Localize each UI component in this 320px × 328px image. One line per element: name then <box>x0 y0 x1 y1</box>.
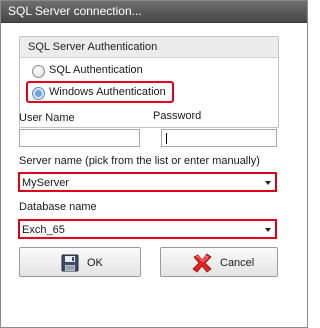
sql-authentication-option[interactable]: SQL Authentication <box>32 63 182 81</box>
authentication-group-title: SQL Server Authentication <box>28 41 158 53</box>
text-caret <box>166 133 167 144</box>
windows-authentication-option[interactable]: Windows Authentication <box>32 85 172 103</box>
red-x-icon <box>192 253 212 273</box>
password-label: Password <box>153 110 202 122</box>
ok-button-label: OK <box>87 257 103 269</box>
title-bar[interactable]: SQL Server connection... <box>1 1 307 23</box>
database-name-label: Database name <box>19 201 97 213</box>
chevron-down-icon[interactable] <box>265 228 271 232</box>
server-name-label: Server name (pick from the list or enter… <box>19 155 260 167</box>
windows-authentication-label: Windows Authentication <box>49 86 166 98</box>
server-name-value: MyServer <box>22 177 70 189</box>
sql-server-connection-dialog: SQL Server connection... SQL Server Auth… <box>0 0 308 328</box>
ok-button[interactable]: OK <box>19 247 141 277</box>
cancel-button[interactable]: Cancel <box>160 247 278 277</box>
username-label: User Name <box>19 112 75 124</box>
password-field[interactable] <box>161 129 277 147</box>
authentication-group-header: SQL Server Authentication <box>20 37 278 58</box>
database-name-value: Exch_65 <box>22 224 65 236</box>
server-name-combobox[interactable]: MyServer <box>18 172 277 192</box>
database-name-combobox[interactable]: Exch_65 <box>18 219 277 239</box>
username-field[interactable] <box>19 129 140 147</box>
sql-authentication-radio[interactable] <box>32 65 45 78</box>
cancel-button-label: Cancel <box>220 257 255 269</box>
window-title: SQL Server connection... <box>8 4 142 18</box>
dialog-body: SQL Server Authentication SQL Authentica… <box>1 23 307 327</box>
floppy-disk-icon <box>61 254 79 272</box>
chevron-down-icon[interactable] <box>265 181 271 185</box>
windows-authentication-radio[interactable] <box>32 87 45 100</box>
sql-authentication-label: SQL Authentication <box>49 64 143 76</box>
